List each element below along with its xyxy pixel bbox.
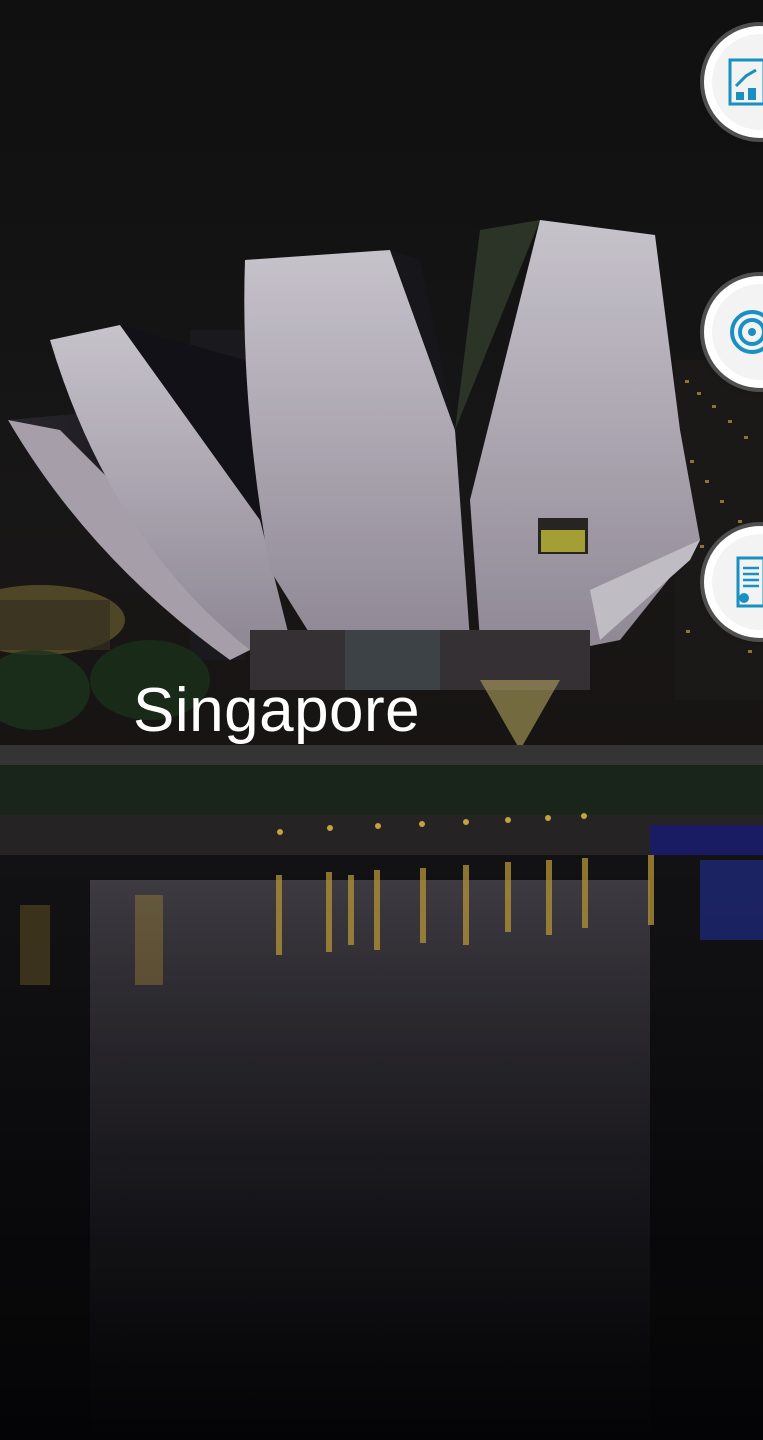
city-title: Singapore xyxy=(133,676,421,745)
target-rings-icon xyxy=(730,310,763,354)
chart-growth-icon xyxy=(728,58,763,106)
slide-canvas: Singapore xyxy=(0,0,763,1440)
document-list-icon xyxy=(736,556,763,608)
